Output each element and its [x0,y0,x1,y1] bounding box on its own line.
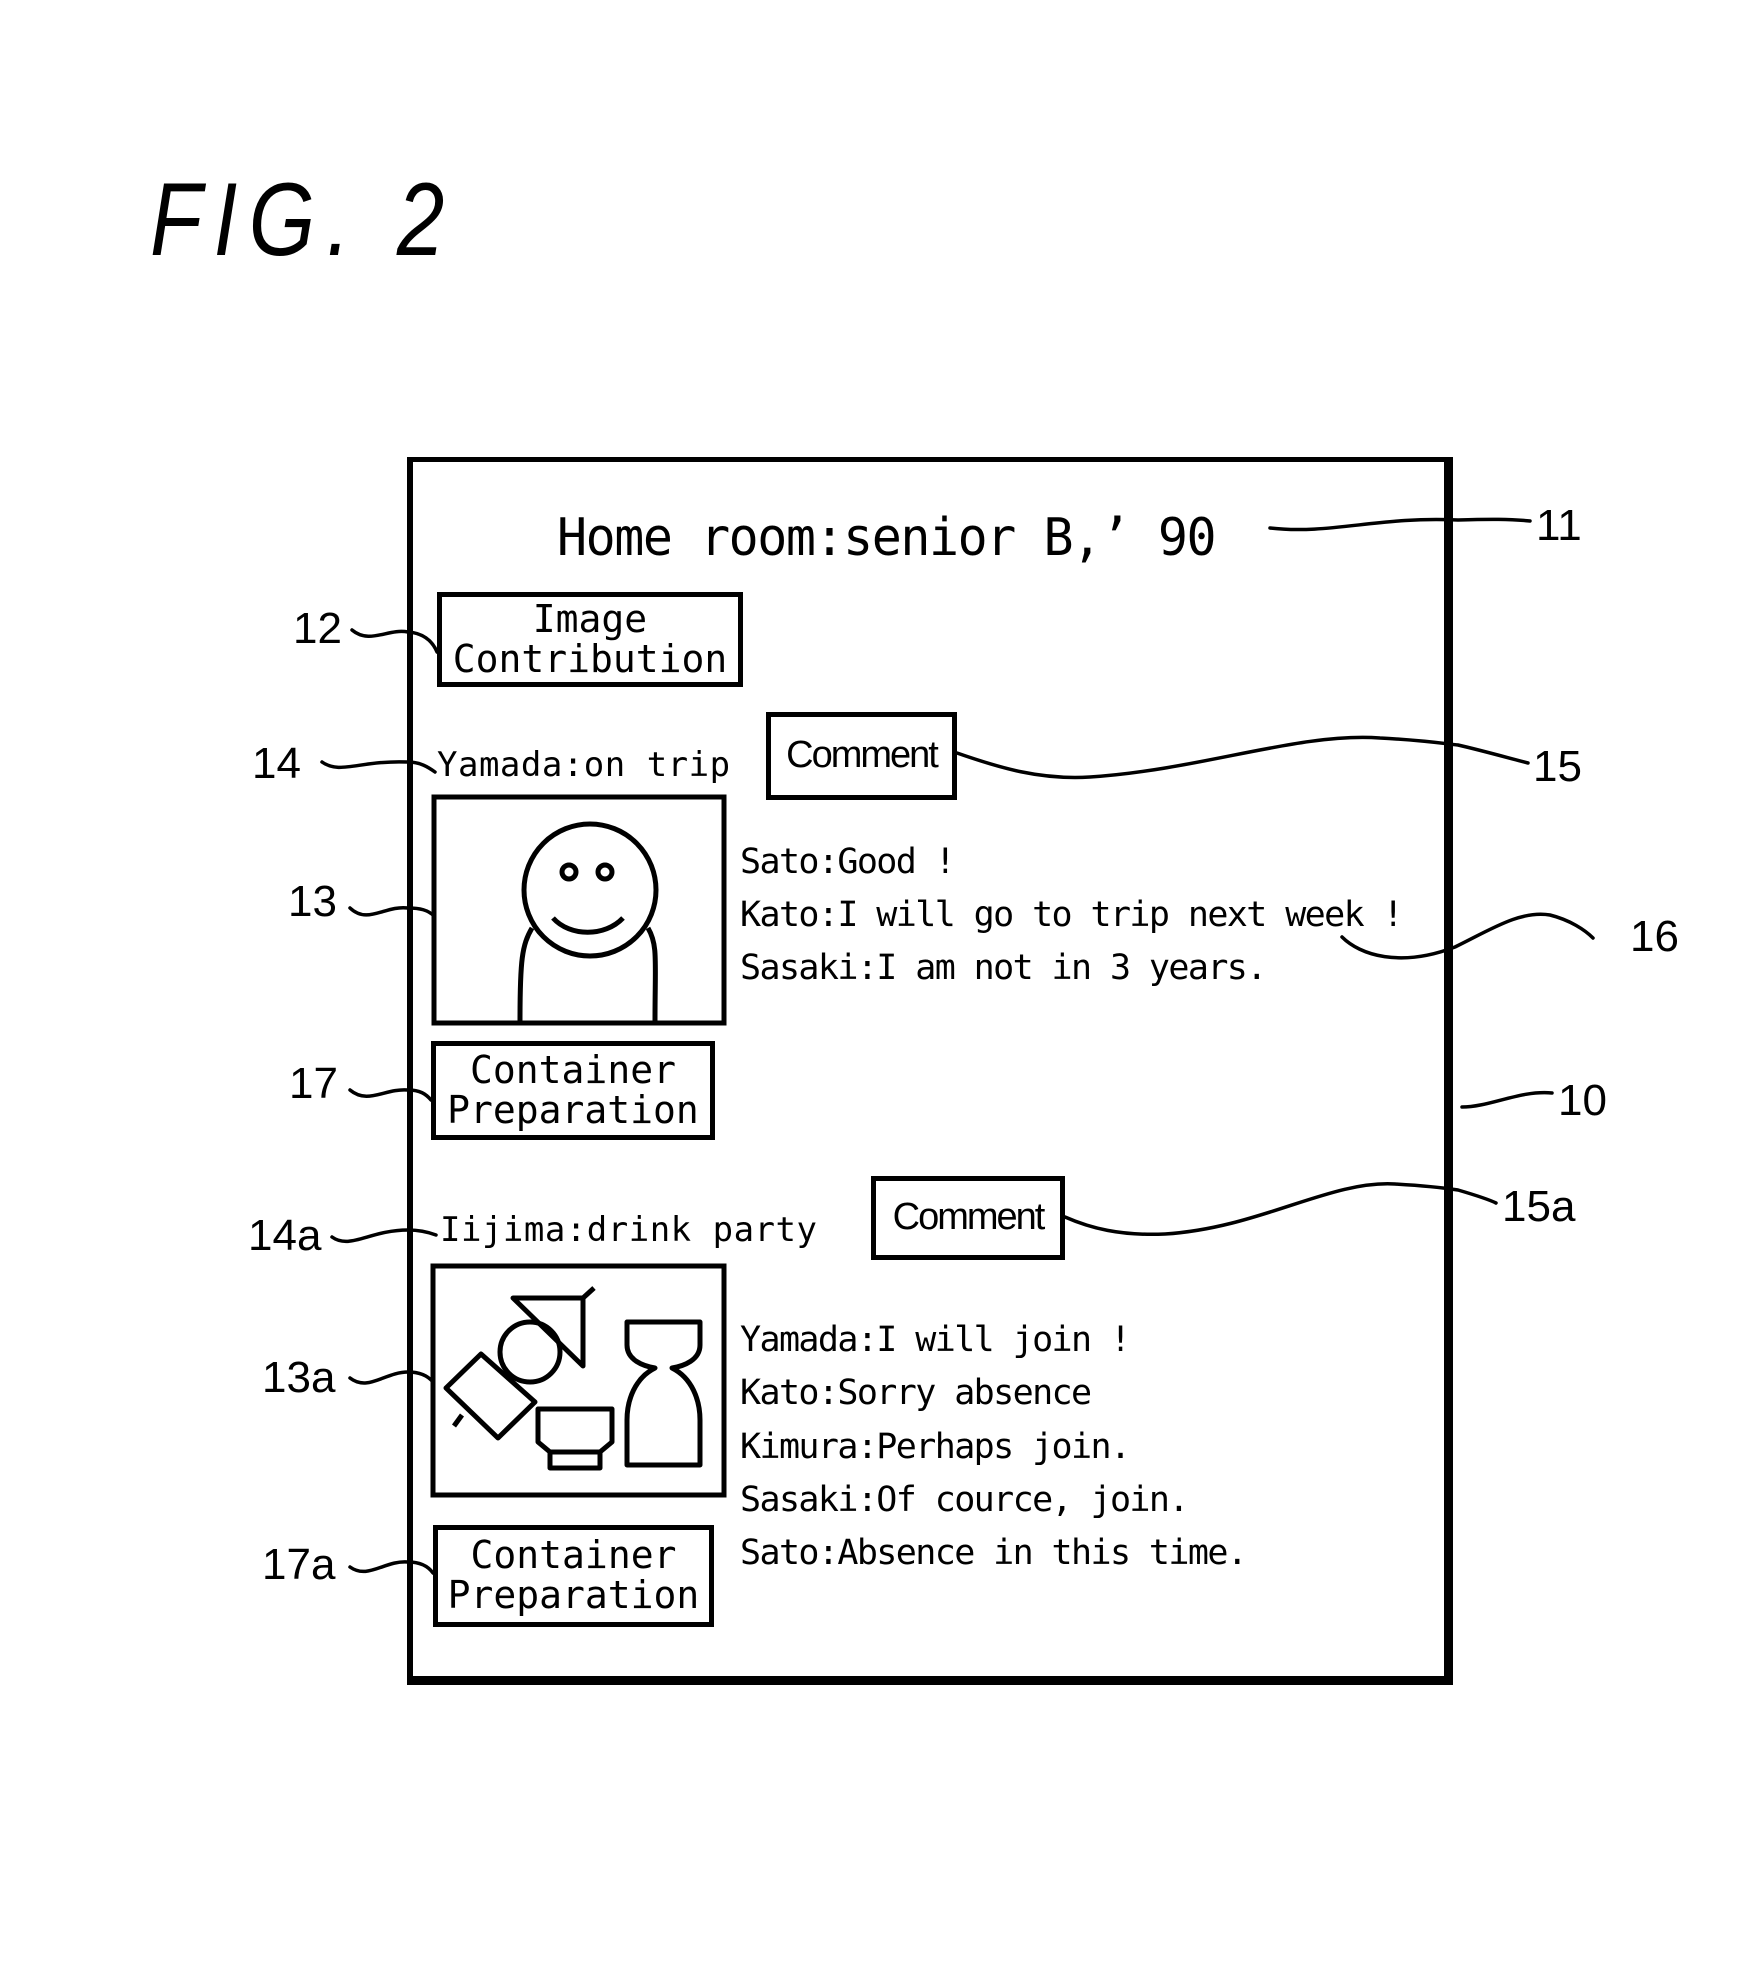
ref-numeral-17: 17 [289,1059,338,1108]
image-contribution-label-line2: Contribution [452,636,728,681]
post-title: Iijima:drink party [440,1210,818,1250]
container-preparation-button[interactable]: Container Preparation [433,1525,714,1627]
ref-numeral-14: 14 [252,739,301,788]
ref-numeral-11: 11 [1536,501,1582,550]
ref-numeral-13a: 13a [262,1353,336,1402]
comment-item: Sasaki:I am not in 3 years. [740,948,1267,988]
leader-line-10 [1460,1090,1554,1109]
comment-item: Yamada:I will join ! [740,1320,1131,1360]
container-label-line2: Preparation [447,1573,700,1617]
comment-item: Sato:Absence in this time. [740,1533,1248,1573]
comment-button-label: Comment [892,1196,1046,1239]
container-label-line1: Container [470,1047,676,1092]
home-room-title: Home room:senior B,’ 90 [557,508,1217,568]
post-title: Yamada:on trip [437,745,731,785]
ref-numeral-12: 12 [293,604,342,653]
image-contribution-label-line1: Image [532,596,648,641]
comment-item: Kato:Sorry absence [740,1373,1092,1413]
ref-numeral-16: 16 [1630,912,1679,961]
comment-button[interactable]: Comment [871,1176,1065,1260]
ref-numeral-13: 13 [288,877,337,926]
comment-button-label: Comment [786,734,939,777]
ref-numeral-10: 10 [1558,1076,1607,1125]
comment-button[interactable]: Comment [766,712,957,800]
container-label-line1: Container [470,1533,677,1578]
image-contribution-button[interactable]: Image Contribution [437,592,743,687]
container-preparation-button[interactable]: Container Preparation [431,1041,715,1140]
comment-item: Kimura:Perhaps join. [740,1427,1131,1467]
ref-numeral-17a: 17a [262,1540,336,1589]
container-label-line2: Preparation [447,1087,699,1132]
comment-item: Sato:Good ! [740,842,956,882]
comment-item: Kato:I will go to trip next week ! [740,895,1404,935]
ref-numeral-14a: 14a [248,1211,322,1260]
ref-numeral-15: 15 [1533,742,1582,791]
ref-numeral-15a: 15a [1502,1182,1576,1231]
comment-item: Sasaki:Of cource, join. [740,1480,1189,1520]
